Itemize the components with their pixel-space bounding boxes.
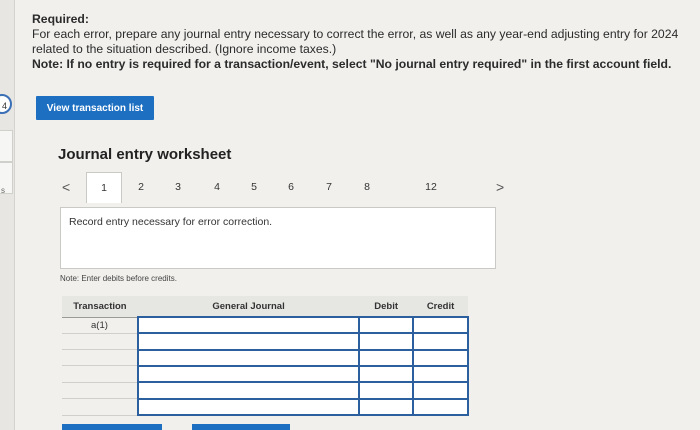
transaction-cell [62, 365, 138, 383]
bottom-button-partial[interactable] [62, 424, 162, 430]
table-row [62, 332, 469, 351]
credit-field[interactable] [412, 364, 469, 384]
entry-description: Record entry necessary for error correct… [69, 216, 273, 228]
debits-note: Note: Enter debits before credits. [60, 274, 177, 283]
table-row [62, 397, 469, 417]
debit-field[interactable] [358, 364, 415, 384]
transaction-cell [62, 398, 138, 416]
transaction-cell [62, 333, 138, 351]
entry-tabs: 1 2 3 4 5 6 7 8 12 [56, 172, 516, 203]
table-row [62, 381, 469, 400]
rail-box [0, 130, 13, 162]
debit-field[interactable] [358, 397, 415, 417]
account-field[interactable] [136, 364, 361, 384]
credit-field[interactable] [412, 397, 469, 417]
transaction-cell [62, 349, 138, 367]
tab-12[interactable]: 12 [420, 172, 442, 202]
required-title: Required: [32, 12, 89, 26]
tab-1[interactable]: 1 [86, 172, 122, 203]
tab-3[interactable]: 3 [167, 172, 189, 202]
tab-6[interactable]: 6 [280, 172, 302, 202]
required-note: Note: If no entry is required for a tran… [32, 57, 672, 71]
instructions: Required: For each error, prepare any jo… [32, 12, 682, 72]
account-field[interactable] [136, 381, 361, 400]
table-row [62, 348, 469, 368]
table-row: a(1) [62, 315, 469, 335]
table-row [62, 364, 469, 384]
credit-field[interactable] [412, 381, 469, 400]
account-field[interactable] [136, 315, 361, 335]
credit-field[interactable] [412, 348, 469, 368]
tab-4[interactable]: 4 [206, 172, 228, 202]
view-transaction-list-button[interactable]: View transaction list [36, 96, 154, 120]
debit-field[interactable] [358, 348, 415, 368]
transaction-header: Transaction [62, 296, 138, 318]
debit-header: Debit [359, 296, 414, 318]
credit-field[interactable] [412, 332, 469, 351]
account-field[interactable] [136, 348, 361, 368]
rail-letter: s [1, 186, 5, 195]
worksheet-title: Journal entry worksheet [58, 146, 232, 163]
bottom-button-partial[interactable] [192, 424, 290, 430]
general-journal-header: General Journal [137, 296, 360, 318]
credit-header: Credit [413, 296, 468, 318]
required-body: For each error, prepare any journal entr… [32, 27, 679, 56]
entry-description-box: Record entry necessary for error correct… [60, 207, 496, 269]
tab-7[interactable]: 7 [318, 172, 340, 202]
left-rail: s [0, 0, 15, 430]
debit-field[interactable] [358, 315, 415, 335]
tab-2[interactable]: 2 [130, 172, 152, 202]
account-field[interactable] [136, 332, 361, 351]
tab-5[interactable]: 5 [243, 172, 265, 202]
tab-8[interactable]: 8 [356, 172, 378, 202]
debit-field[interactable] [358, 381, 415, 400]
transaction-cell: a(1) [62, 317, 138, 334]
journal-header-row: Transaction General Journal Debit Credit [62, 296, 468, 318]
account-field[interactable] [136, 397, 361, 417]
debit-field[interactable] [358, 332, 415, 351]
credit-field[interactable] [412, 315, 469, 335]
transaction-cell [62, 382, 138, 400]
journal-table: Transaction General Journal Debit Credit… [62, 296, 469, 417]
